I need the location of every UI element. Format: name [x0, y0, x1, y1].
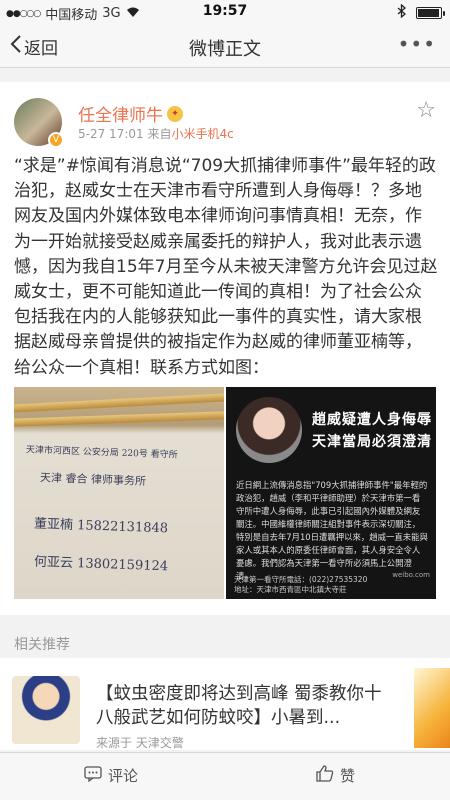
more-options-icon[interactable]: ••• — [398, 32, 436, 56]
post-time: 5-27 17:01 — [78, 127, 144, 141]
thumbs-up-icon — [316, 765, 334, 786]
post-meta: 5-27 17:01 来自小米手机4c — [78, 125, 234, 142]
bluetooth-icon — [397, 3, 406, 22]
post-source[interactable]: 小米手机4c — [171, 127, 233, 141]
portrait-photo — [236, 397, 302, 463]
post-image-statement-poster[interactable]: 趙威疑遭人身侮辱 天津當局必須澄清 近日網上流傳消息指"709大抓捕律師事件"最… — [226, 387, 436, 599]
handwriting-line: 天津 睿合 律师事务所 — [39, 471, 147, 488]
battery-icon — [416, 7, 445, 19]
related-title[interactable]: 【蚊虫密度即将达到高峰 蜀黍教你十八般武艺如何防蚊咬】小暑到... — [96, 682, 396, 730]
verified-badge-icon: V — [48, 132, 64, 148]
poster-headline: 天津當局必須澄清 — [312, 434, 432, 450]
comment-icon — [84, 765, 102, 786]
related-item[interactable]: 【蚊虫密度即将达到高峰 蜀黍教你十八般武艺如何防蚊咬】小暑到... 来源于 天津… — [0, 658, 450, 750]
poster-phone: 天津第一看守所電話：(022)27535320 — [234, 575, 368, 584]
post-card: V 任全律师牛 ✦ 5-27 17:01 来自小米手机4c ☆ “求是”#惊闻有… — [0, 82, 450, 615]
handwriting-line: 董亚楠 15822131848 — [33, 516, 169, 537]
source-prefix: 来自 — [147, 127, 172, 141]
comment-label: 评论 — [108, 767, 139, 785]
vip-crown-icon: ✦ — [167, 105, 183, 122]
related-thumbnail — [12, 676, 80, 744]
favorite-star-icon[interactable]: ☆ — [416, 98, 436, 123]
poster-body: 近日網上流傳消息指"709大抓捕律師事件"最年輕的政治犯，趙威（李和平律師助理）… — [236, 480, 428, 581]
author-name-row[interactable]: 任全律师牛 ✦ — [78, 101, 183, 126]
post-text: “求是”#惊闻有消息说“709大抓捕律师事件”最年轻的政治犯，赵威女士在天津市看… — [14, 156, 438, 378]
poster-headline: 趙威疑遭人身侮辱 — [312, 412, 432, 428]
status-bar: ●●○○○ 中国移动 3G 19:57 — [0, 0, 450, 24]
handwriting-line: 何亚云 13802159124 — [33, 554, 169, 575]
poster-footer: 天津第一看守所電話：(022)27535320 地址：天津市西青區中北鎮大寺莊 — [234, 575, 367, 595]
nav-bar: 返回 微博正文 ••• — [0, 24, 450, 68]
author-name[interactable]: 任全律师牛 — [78, 101, 163, 126]
poster-address: 地址：天津市西青區中北鎮大寺莊 — [234, 585, 347, 594]
like-button[interactable]: 赞 — [316, 765, 355, 786]
related-source: 来源于 天津交警 — [96, 736, 184, 750]
pen-shape — [14, 410, 224, 428]
handwriting-line: 天津市河西区 公安分局 220号 看守所 — [25, 445, 178, 461]
bottom-action-bar: 评论 赞 — [0, 752, 450, 800]
related-header: 相关推荐 — [14, 637, 70, 653]
page-title: 微博正文 — [189, 39, 261, 60]
battery-level — [418, 9, 439, 17]
clock: 19:57 — [202, 3, 248, 19]
like-label: 赞 — [340, 767, 356, 785]
related-next-thumbnail[interactable] — [414, 668, 450, 748]
post-image-handwritten-note[interactable]: 天津市河西区 公安分局 220号 看守所 天津 睿合 律师事务所 董亚楠 158… — [14, 387, 224, 599]
pen-shape — [14, 392, 224, 414]
poster-watermark: weibo.com — [392, 571, 430, 579]
comment-button[interactable]: 评论 — [84, 765, 138, 786]
